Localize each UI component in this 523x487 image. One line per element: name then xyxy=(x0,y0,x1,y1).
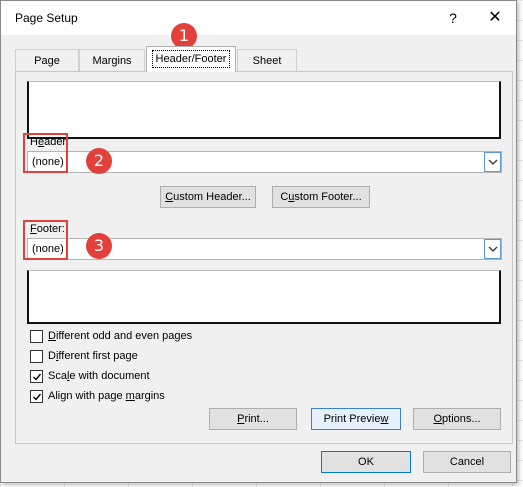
scale-with-document-checkbox[interactable] xyxy=(30,370,43,383)
align-with-margins-label: Align with page margins xyxy=(48,390,165,402)
tab-label: Margins xyxy=(92,55,132,67)
different-first-page-label: Different first page xyxy=(48,350,138,362)
tab-page[interactable]: Page xyxy=(15,49,79,71)
header-preview xyxy=(27,81,501,139)
header-callout-box xyxy=(23,133,68,173)
align-with-margins-checkbox[interactable] xyxy=(30,390,43,403)
different-odd-even-label: Different odd and even pages xyxy=(48,330,193,342)
scale-with-document-label: Scale with document xyxy=(48,370,150,382)
different-odd-even-checkbox[interactable] xyxy=(30,330,43,343)
chevron-down-icon xyxy=(488,246,498,252)
checkmark-icon xyxy=(33,393,42,401)
custom-footer-button[interactable]: Custom Footer... xyxy=(272,186,370,208)
different-first-page-checkbox[interactable] xyxy=(30,350,43,363)
header-footer-panel: Header: (none) Custom Header... Custom F… xyxy=(15,71,513,444)
checkmark-icon xyxy=(33,373,42,381)
help-button[interactable]: ? xyxy=(441,7,465,29)
print-preview-button[interactable]: Print Preview xyxy=(311,408,401,430)
custom-header-button[interactable]: Custom Header... xyxy=(160,186,256,208)
tab-header-footer[interactable]: Header/Footer xyxy=(146,46,236,72)
tab-margins[interactable]: Margins xyxy=(79,49,145,71)
chevron-down-icon xyxy=(488,159,498,165)
footer-preview xyxy=(27,270,501,324)
cancel-button[interactable]: Cancel xyxy=(423,451,511,473)
options-button[interactable]: Options... xyxy=(413,408,501,430)
callout-badge-3: 3 xyxy=(86,233,112,259)
close-button[interactable]: ✕ xyxy=(481,7,509,29)
page-setup-dialog: Page Setup ? ✕ Page Margins Header/Foote… xyxy=(0,0,517,483)
tab-label: Page xyxy=(34,55,60,67)
print-button[interactable]: Print... xyxy=(209,408,297,430)
footer-callout-box xyxy=(23,220,68,260)
header-dropdown-arrow[interactable] xyxy=(484,152,501,172)
ok-button[interactable]: OK xyxy=(321,451,411,473)
title-bar: Page Setup ? ✕ xyxy=(1,1,516,35)
callout-badge-2: 2 xyxy=(86,148,112,174)
dialog-title: Page Setup xyxy=(15,11,78,25)
tab-sheet[interactable]: Sheet xyxy=(237,49,297,71)
tab-label: Sheet xyxy=(252,55,282,67)
footer-dropdown-arrow[interactable] xyxy=(484,239,501,259)
tab-label: Header/Footer xyxy=(151,50,231,68)
